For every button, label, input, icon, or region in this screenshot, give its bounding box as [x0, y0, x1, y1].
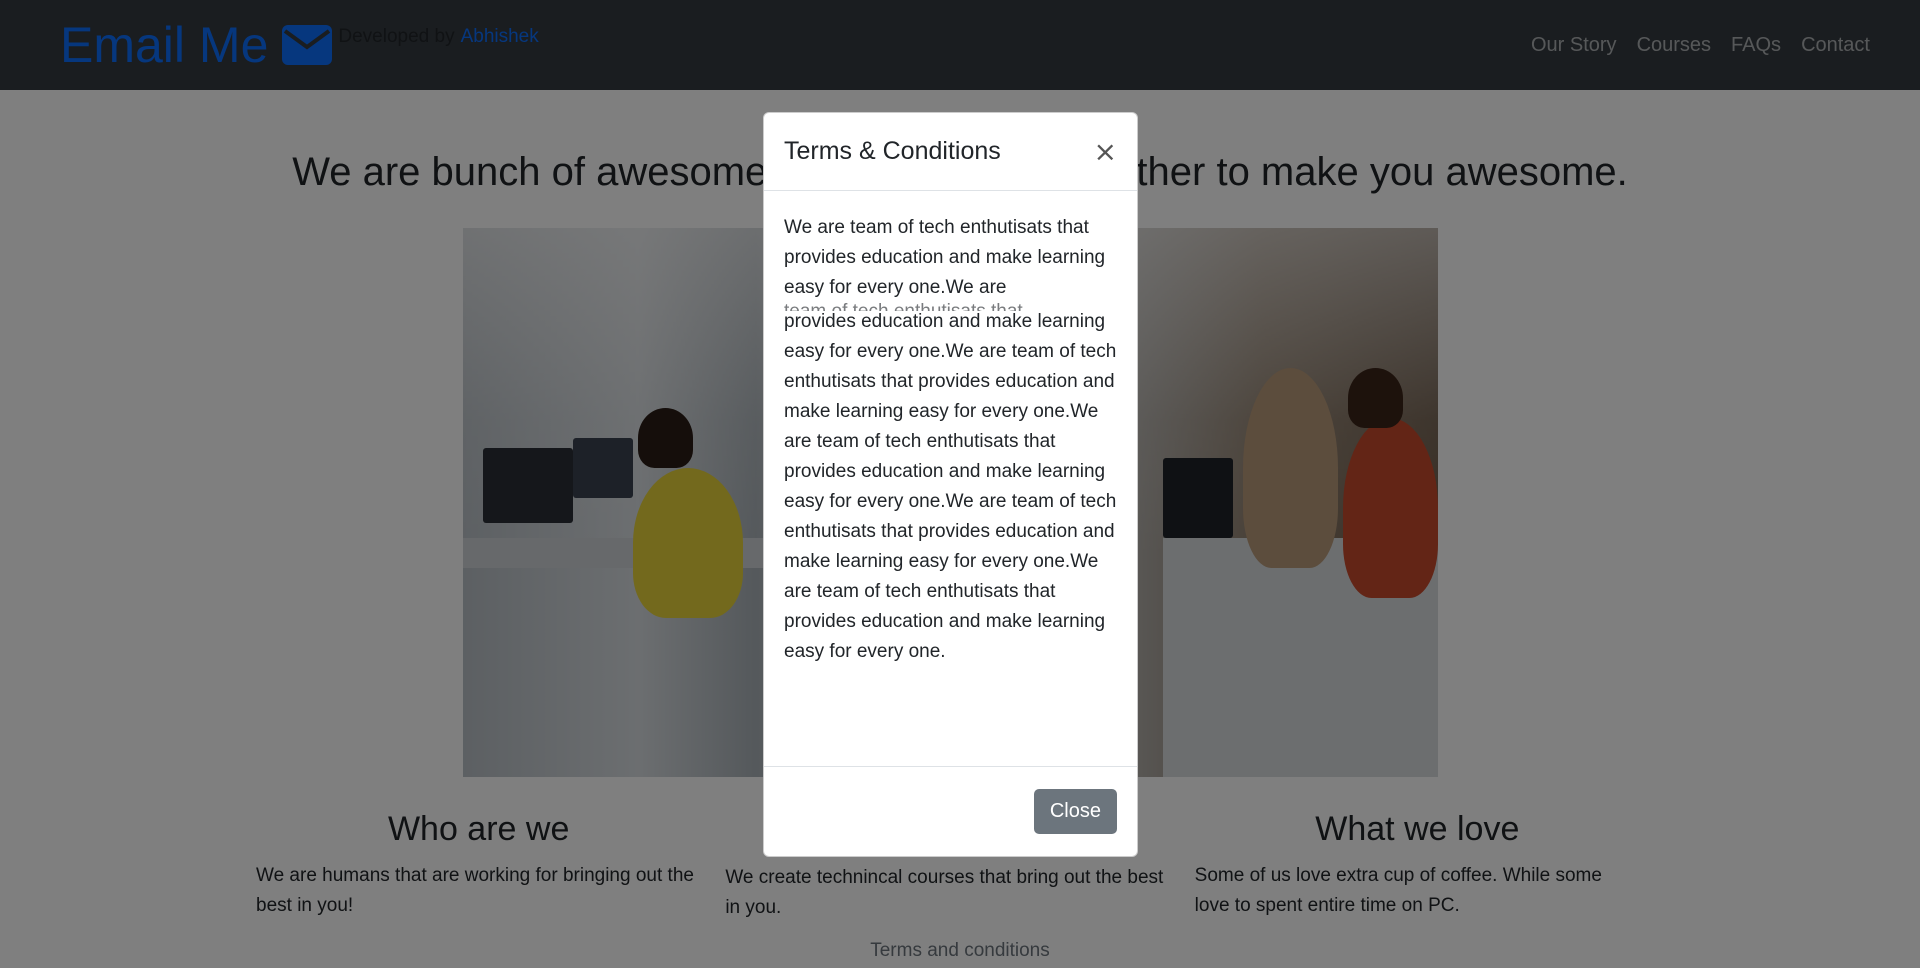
modal-header: Terms & Conditions × — [764, 113, 1137, 191]
modal-body-text: provides education and make learning eas… — [784, 311, 1117, 662]
modal-body-overlap-text: team of tech enthutisats that — [784, 297, 1114, 311]
modal-body: We are team of tech enthutisats that pro… — [764, 191, 1137, 766]
modal-title: Terms & Conditions — [784, 137, 1001, 165]
modal-footer: Close — [764, 766, 1137, 856]
terms-modal: Terms & Conditions × We are team of tech… — [763, 112, 1138, 857]
close-button[interactable]: Close — [1033, 789, 1117, 834]
close-icon[interactable]: × — [1094, 137, 1117, 166]
modal-body-text-first: We are team of tech enthutisats that pro… — [784, 217, 1106, 298]
